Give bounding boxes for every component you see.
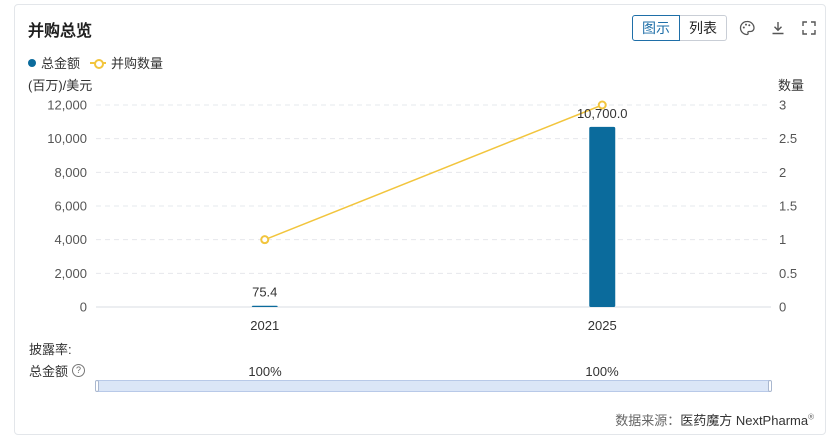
y-right-tick-label: 3 — [779, 98, 786, 113]
disclosure-metric-label: 总金额 ? — [29, 361, 86, 380]
y-right-tick-label: 0.5 — [779, 266, 797, 281]
chart-plot: 0 2,000 4,000 6,000 8,000 10,000 12,000 0 0.5 1 1.… — [47, 98, 797, 334]
source-prefix: 数据来源： — [615, 413, 681, 428]
y-left-tick-label: 0 — [80, 300, 87, 315]
y-right-tick-label: 0 — [779, 300, 786, 315]
x-tick-label: 2021 — [250, 318, 279, 333]
line-point — [260, 235, 270, 245]
bar — [251, 305, 278, 307]
y-left-tick-label: 6,000 — [54, 199, 87, 214]
slider-handle-left[interactable] — [95, 380, 99, 392]
bar-data-label: 10,700.0 — [577, 106, 628, 121]
help-icon[interactable]: ? — [72, 364, 86, 377]
y-right-tick-label: 1.5 — [779, 199, 797, 214]
disclosure-label: 披露率: — [29, 342, 72, 357]
y-right-tick-label: 1 — [779, 232, 786, 247]
merger-overview-card: 并购总览 图示 列表 总金额 并购数量 (百万)/美元 数量 0 2,000 4,0… — [14, 4, 826, 435]
source-brand[interactable]: 医药魔方 NextPharma — [680, 413, 808, 428]
zoom-slider[interactable] — [95, 380, 772, 392]
data-source: 数据来源：医药魔方 NextPharma® — [615, 410, 814, 429]
y-left-tick-label: 10,000 — [47, 131, 87, 146]
metric-label-text: 总金额 — [29, 364, 69, 379]
bar — [589, 126, 616, 307]
y-right-tick-label: 2 — [779, 165, 786, 180]
y-left-tick-label: 2,000 — [54, 266, 87, 281]
y-right-tick-label: 2.5 — [779, 131, 797, 146]
y-left-tick-label: 4,000 — [54, 232, 87, 247]
bar-data-label: 75.4 — [252, 285, 277, 300]
disclosure-rate-2021: 100% — [248, 364, 282, 379]
x-tick-label: 2025 — [588, 318, 617, 333]
y-left-tick-label: 8,000 — [54, 165, 87, 180]
disclosure-rate-2025: 100% — [585, 364, 619, 379]
registered-mark: ® — [808, 412, 814, 422]
slider-handle-right[interactable] — [768, 380, 772, 392]
y-left-tick-label: 12,000 — [47, 98, 87, 113]
